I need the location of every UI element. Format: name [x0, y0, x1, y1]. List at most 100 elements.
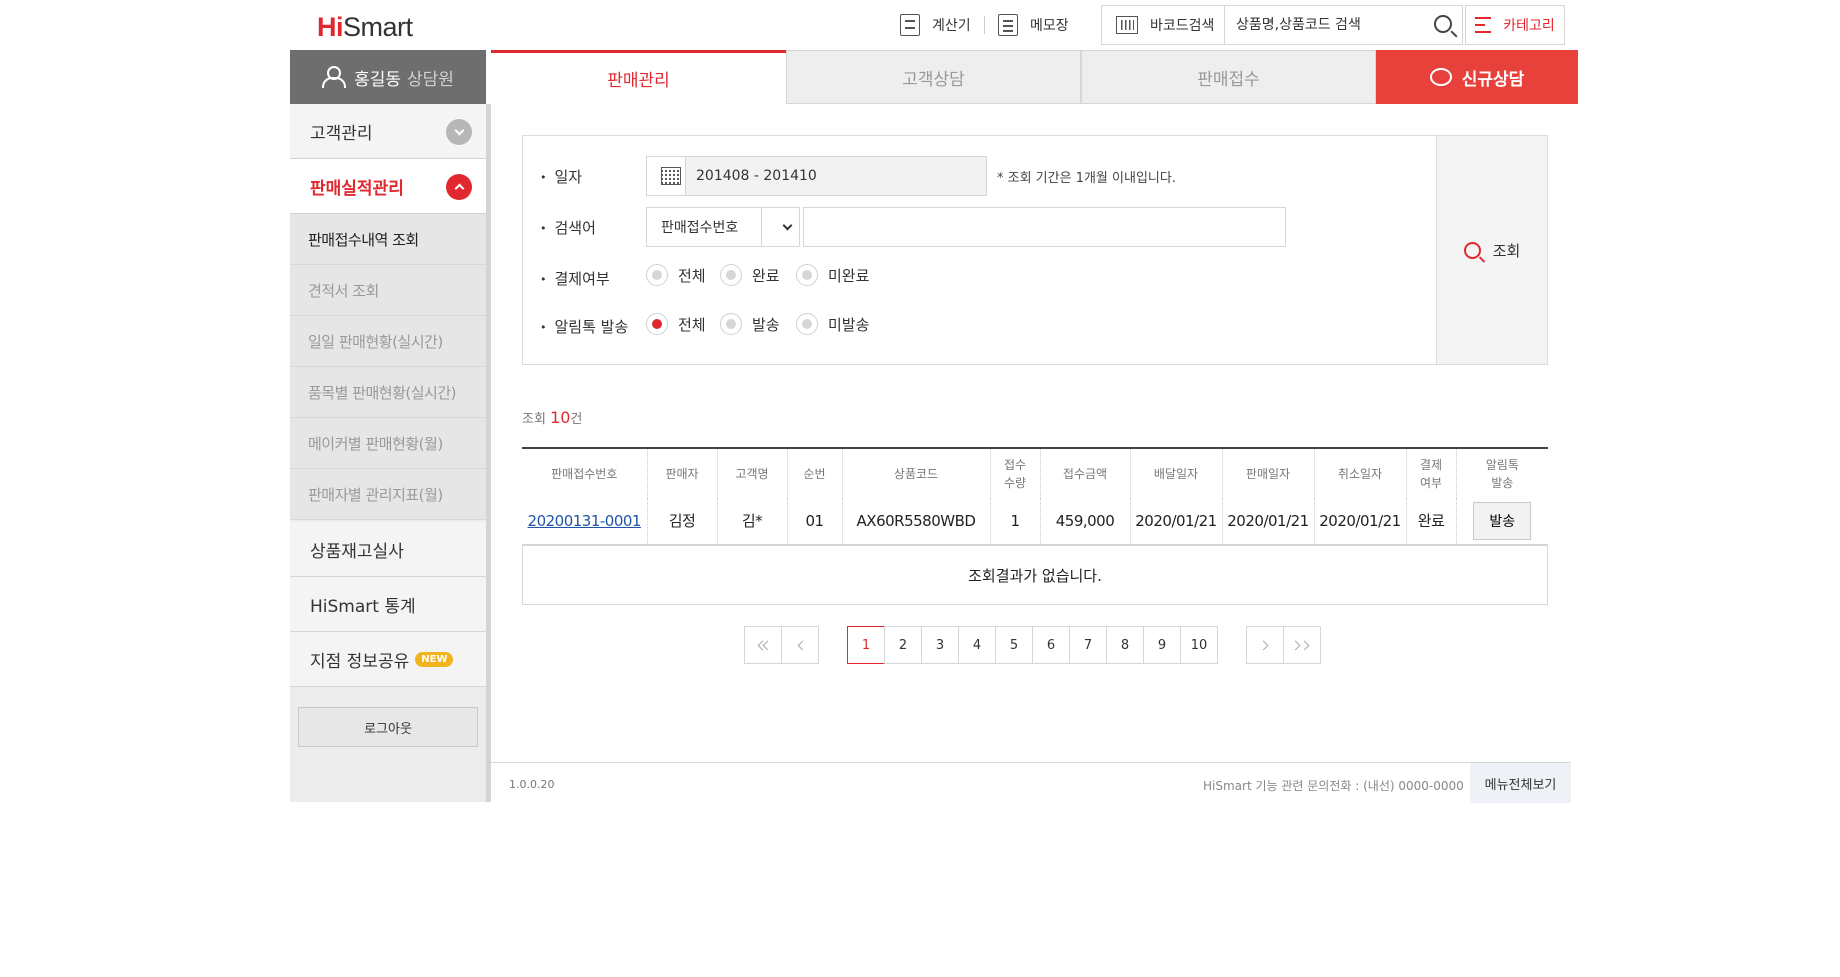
- radio-label: 전체: [678, 266, 706, 285]
- sidebar-item-sales[interactable]: 판매실적관리: [290, 159, 486, 214]
- keyword-input[interactable]: [803, 207, 1286, 247]
- table-row: 20200131-0001 김정 김* 01 AX60R5580WBD 1 45…: [522, 498, 1548, 544]
- col-customer: 고객명: [717, 448, 788, 498]
- tab-sales-receipt[interactable]: 판매접수: [1081, 50, 1376, 104]
- payment-radio-undone[interactable]: 미완료: [796, 264, 869, 286]
- calendar-icon: [661, 167, 681, 185]
- page-2[interactable]: 2: [884, 626, 922, 664]
- tab-customer-consult[interactable]: 고객상담: [786, 50, 1081, 104]
- hismart-logo[interactable]: HiSmart: [317, 12, 413, 43]
- page-1[interactable]: 1: [847, 626, 885, 664]
- radio-label: 미발송: [828, 315, 870, 334]
- page-10[interactable]: 10: [1180, 626, 1218, 664]
- product-search: 바코드검색: [1101, 5, 1463, 45]
- result-count: 조회 10건: [522, 408, 582, 427]
- page-9[interactable]: 9: [1143, 626, 1181, 664]
- col-cancel-date: 취소일자: [1314, 448, 1407, 498]
- last-page-button[interactable]: [1283, 626, 1321, 664]
- alimtalk-label: 알림톡 발송: [540, 316, 629, 337]
- barcode-label: 바코드검색: [1150, 18, 1215, 34]
- chevron-up-icon[interactable]: [446, 174, 472, 200]
- radio-icon: [796, 313, 818, 335]
- tab-label: 판매접수: [1197, 69, 1260, 90]
- next-page-button[interactable]: [1246, 626, 1284, 664]
- sidebar-item-label: 고객관리: [310, 123, 373, 144]
- calendar-button[interactable]: [647, 157, 686, 195]
- page-number: 1: [861, 637, 871, 653]
- memo-icon: [998, 14, 1018, 36]
- search-icon[interactable]: [1434, 15, 1452, 33]
- radio-icon: [720, 264, 742, 286]
- page-number: 7: [1083, 637, 1093, 653]
- page-number: 8: [1120, 637, 1130, 653]
- calculator-icon: [900, 14, 920, 36]
- sidebar-item-stats[interactable]: HiSmart 통계: [290, 577, 486, 632]
- keyword-label: 검색어: [540, 217, 596, 238]
- cell-alimtalk: 발송: [1456, 498, 1548, 544]
- cell-qty: 1: [990, 498, 1041, 544]
- page-number: 6: [1046, 637, 1056, 653]
- agent-name: 홍길동: [354, 69, 401, 90]
- first-page-button[interactable]: [744, 626, 782, 664]
- payment-radio-done[interactable]: 완료: [720, 264, 780, 286]
- search-button[interactable]: 조회: [1436, 136, 1547, 364]
- page-8[interactable]: 8: [1106, 626, 1144, 664]
- logout-button[interactable]: 로그아웃: [298, 707, 478, 747]
- col-amount: 접수금액: [1040, 448, 1131, 498]
- col-qty: 접수 수량: [990, 448, 1041, 498]
- alimtalk-radio-sent[interactable]: 발송: [720, 313, 780, 335]
- sidebar-item-label: 지점 정보공유: [310, 651, 410, 672]
- page-7[interactable]: 7: [1069, 626, 1107, 664]
- send-alimtalk-button[interactable]: 발송: [1473, 501, 1532, 540]
- cell-seq: 01: [787, 498, 843, 544]
- sidebar-divider: [486, 104, 491, 802]
- all-menu-button[interactable]: 메뉴전체보기: [1470, 763, 1571, 803]
- alimtalk-radio-all[interactable]: 전체: [646, 313, 706, 335]
- col-paid-line2: 여부: [1419, 475, 1443, 490]
- keyword-type-select[interactable]: 판매접수번호: [646, 207, 800, 247]
- sidebar-sub-receipt-list[interactable]: 판매접수내역 조회: [290, 214, 486, 265]
- cell-cancel-date: 2020/01/21: [1314, 498, 1407, 544]
- page-number: 4: [972, 637, 982, 653]
- barcode-search-button[interactable]: 바코드검색: [1102, 6, 1225, 44]
- payment-label: 결제여부: [540, 268, 610, 289]
- category-button[interactable]: 카테고리: [1465, 5, 1565, 45]
- user-icon: [322, 66, 347, 88]
- page-3[interactable]: 3: [921, 626, 959, 664]
- tab-sales-management[interactable]: 판매관리: [491, 50, 786, 104]
- cell-paid: 완료: [1406, 498, 1457, 544]
- sidebar-item-customer[interactable]: 고객관리: [290, 104, 486, 159]
- sidebar-sub-maker-sales[interactable]: 메이커별 판매현황(월): [290, 418, 486, 469]
- page-5[interactable]: 5: [995, 626, 1033, 664]
- date-range-value: 201408 - 201410: [696, 168, 817, 184]
- alimtalk-radio-unsent[interactable]: 미발송: [796, 313, 869, 335]
- radio-icon: [646, 264, 668, 286]
- calculator-button[interactable]: 계산기: [900, 12, 971, 38]
- radio-icon: [720, 313, 742, 335]
- sidebar-item-inventory[interactable]: 상품재고실사: [290, 522, 486, 577]
- memo-button[interactable]: 메모장: [998, 12, 1069, 38]
- page-6[interactable]: 6: [1032, 626, 1070, 664]
- sidebar-sub-estimate[interactable]: 견적서 조회: [290, 265, 486, 316]
- date-range-field[interactable]: 201408 - 201410: [646, 156, 987, 196]
- col-sale-date: 판매일자: [1222, 448, 1315, 498]
- page-4[interactable]: 4: [958, 626, 996, 664]
- support-contact: HiSmart 기능 관련 문의전화 : (내선) 0000-0000: [1203, 779, 1464, 793]
- receipt-link[interactable]: 20200131-0001: [528, 512, 642, 530]
- new-consult-button[interactable]: 신규상담: [1376, 50, 1578, 104]
- sidebar-sub-seller-index[interactable]: 판매자별 관리지표(월): [290, 469, 486, 520]
- cell-sale-date: 2020/01/21: [1222, 498, 1315, 544]
- chevron-down-icon[interactable]: [446, 119, 472, 145]
- sidebar-sub-item-sales[interactable]: 품목별 판매현황(실시간): [290, 367, 486, 418]
- col-delivery-date: 배달일자: [1130, 448, 1223, 498]
- col-alimtalk: 알림톡 발송: [1456, 448, 1548, 498]
- sidebar-sub-label: 견적서 조회: [308, 281, 379, 300]
- sidebar-item-label: HiSmart 통계: [310, 596, 416, 617]
- prev-page-button[interactable]: [781, 626, 819, 664]
- col-receipt-no: 판매접수번호: [522, 448, 648, 498]
- cell-receipt-no: 20200131-0001: [522, 498, 648, 544]
- product-search-input[interactable]: [1226, 6, 1426, 44]
- payment-radio-all[interactable]: 전체: [646, 264, 706, 286]
- sidebar-item-branch-share[interactable]: 지점 정보공유 NEW: [290, 632, 486, 687]
- sidebar-sub-daily-sales[interactable]: 일일 판매현황(실시간): [290, 316, 486, 367]
